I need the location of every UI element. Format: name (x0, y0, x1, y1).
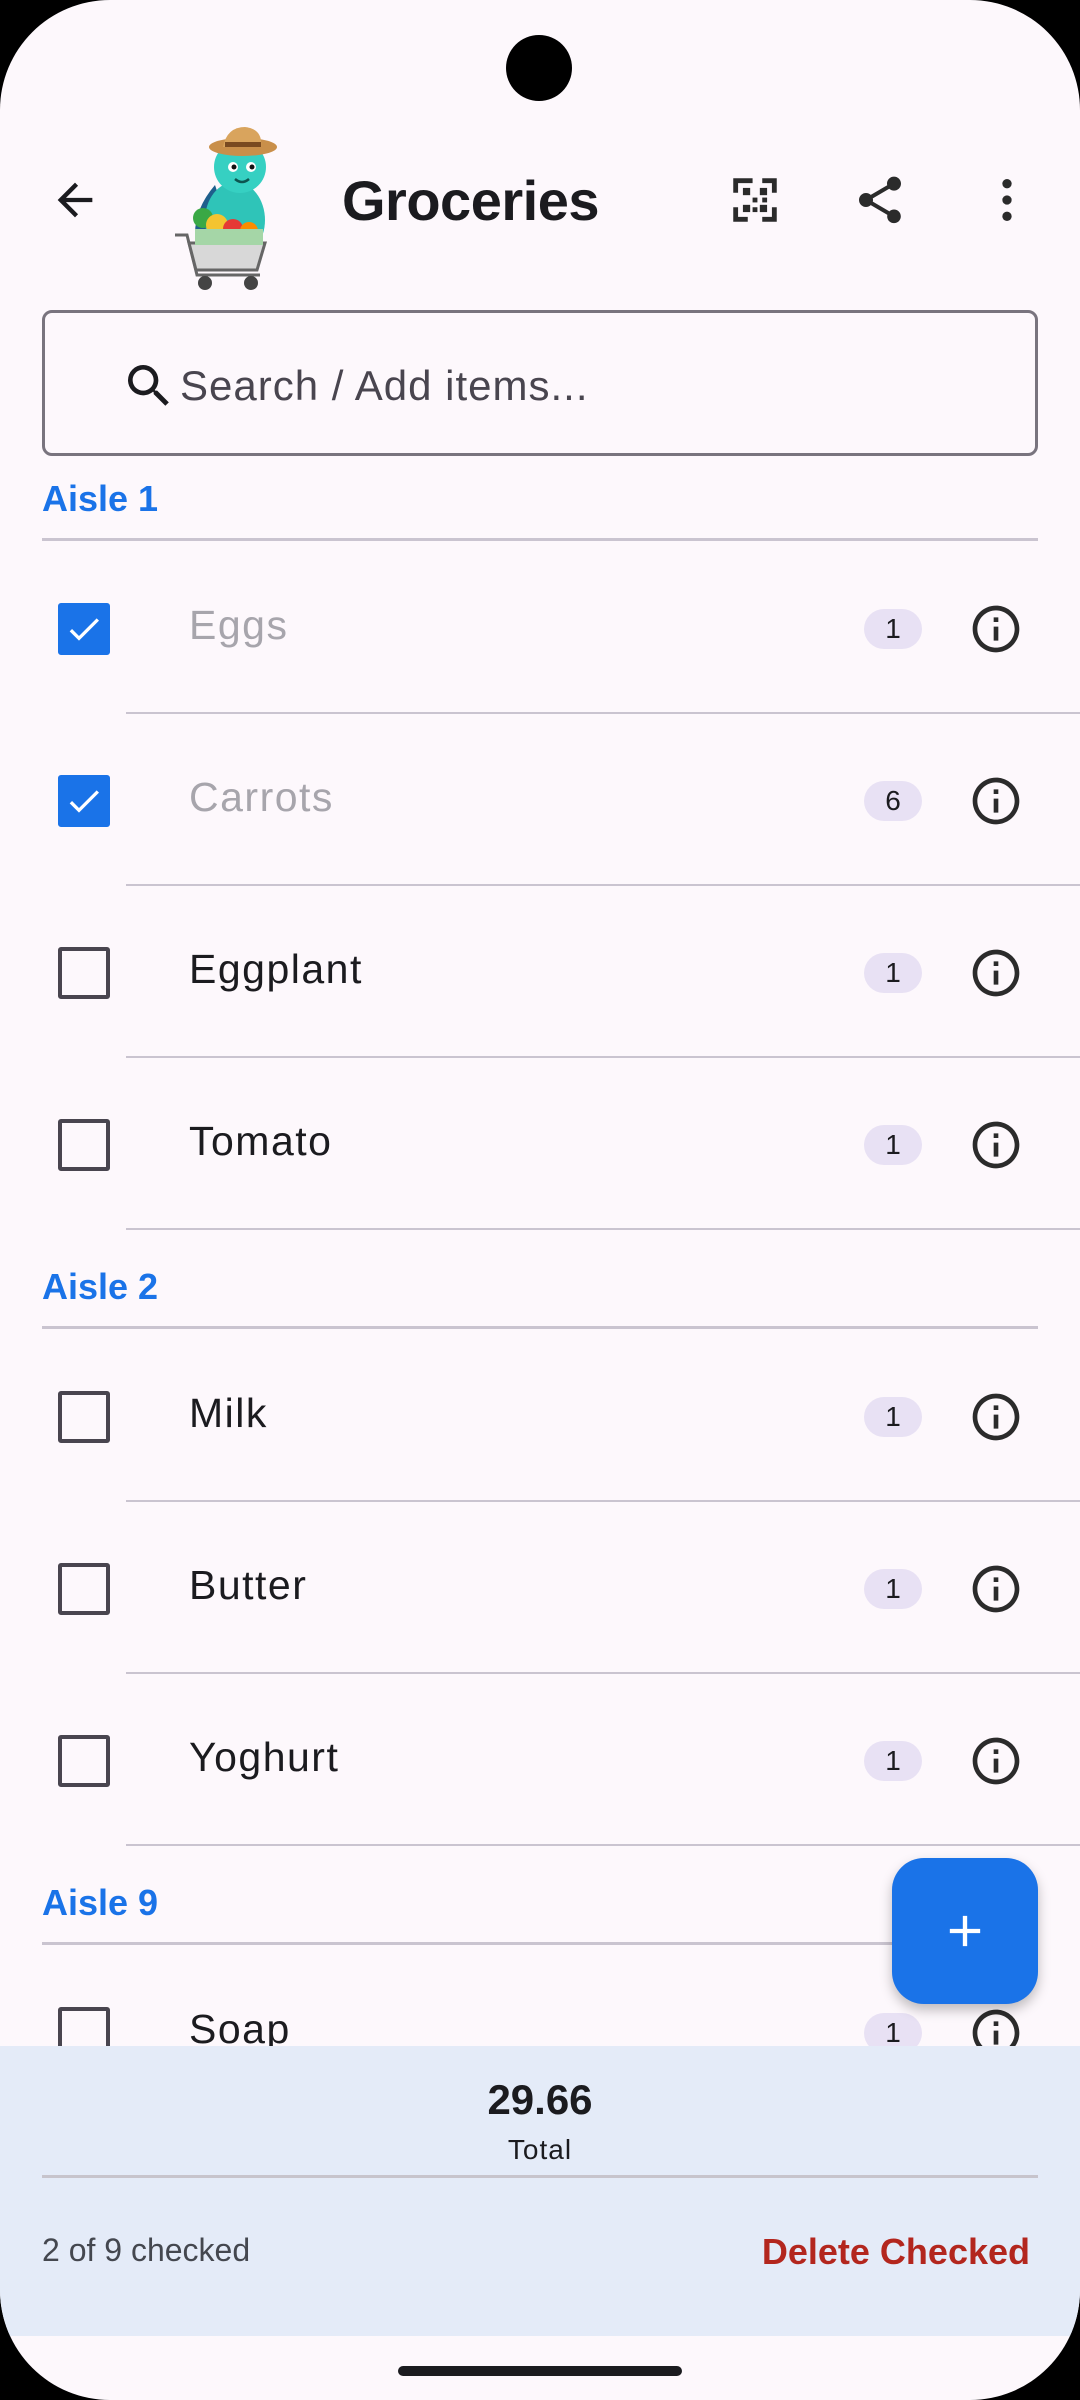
list-item[interactable]: Carrots 6 (0, 714, 1080, 886)
item-divider (126, 1844, 1080, 1846)
add-item-button[interactable] (892, 1858, 1038, 2004)
item-divider (126, 1228, 1080, 1230)
info-icon (972, 1565, 1020, 1613)
arrow-back-icon (57, 182, 93, 218)
list-item[interactable]: Eggs 1 (0, 542, 1080, 714)
item-name: Milk (189, 1390, 268, 1436)
checked-count: 2 of 9 checked (42, 2232, 251, 2268)
share-button[interactable] (835, 155, 925, 245)
item-name: Eggs (189, 602, 289, 648)
item-checkbox[interactable] (58, 1735, 110, 1787)
app-bar: Groceries (0, 110, 1080, 300)
page-title: Groceries (342, 169, 600, 232)
quantity-badge: 1 (864, 953, 922, 993)
item-name: Tomato (189, 1118, 333, 1164)
item-checkbox[interactable] (58, 603, 110, 655)
aisle-divider (42, 1326, 1038, 1329)
more-options-button[interactable] (962, 155, 1052, 245)
add-icon (949, 1915, 981, 1947)
list-item[interactable]: Milk 1 (0, 1330, 1080, 1502)
item-checkbox[interactable] (58, 775, 110, 827)
total-value: 29.66 (487, 2076, 593, 2123)
quantity-badge: 1 (864, 1125, 922, 1165)
check-icon (69, 618, 99, 641)
check-icon (69, 790, 99, 813)
item-checkbox[interactable] (58, 947, 110, 999)
aisle-header: Aisle 1 (42, 478, 159, 519)
item-name: Yoghurt (189, 1734, 340, 1780)
info-icon (972, 1121, 1020, 1169)
quantity-badge: 1 (864, 609, 922, 649)
quantity-badge: 1 (864, 1569, 922, 1609)
delete-checked-button[interactable]: Delete Checked (740, 2222, 1030, 2282)
aisle-divider (42, 1942, 1038, 1945)
search-icon (128, 365, 169, 406)
item-checkbox[interactable] (58, 1563, 110, 1615)
item-name: Eggplant (189, 946, 363, 992)
info-icon (972, 777, 1020, 825)
app-screen: Groceries Search / Add items... Aisle 1 … (0, 0, 1080, 2400)
info-icon (972, 949, 1020, 997)
item-info-button[interactable] (968, 1389, 1024, 1445)
item-checkbox[interactable] (58, 1391, 110, 1443)
back-button[interactable] (30, 155, 120, 245)
aisle-header: Aisle 2 (42, 1266, 159, 1307)
camera-cutout (506, 35, 572, 101)
item-name: Carrots (189, 774, 334, 820)
list-item[interactable]: Tomato 1 (0, 1058, 1080, 1230)
aisle-divider (42, 538, 1038, 541)
search-input[interactable] (180, 343, 980, 429)
list-item[interactable]: Yoghurt 1 (0, 1674, 1080, 1846)
list-item[interactable]: Butter 1 (0, 1502, 1080, 1674)
item-info-button[interactable] (968, 773, 1024, 829)
item-info-button[interactable] (968, 601, 1024, 657)
item-info-button[interactable] (968, 1117, 1024, 1173)
qr-code-button[interactable] (710, 155, 800, 245)
quantity-badge: 1 (864, 1741, 922, 1781)
item-checkbox[interactable] (58, 1119, 110, 1171)
more-vert-icon (1002, 179, 1012, 221)
info-icon (972, 1393, 1020, 1441)
item-name: Butter (189, 1562, 308, 1608)
total-label: Total (507, 2134, 573, 2165)
item-info-button[interactable] (968, 1733, 1024, 1789)
list-item[interactable]: Eggplant 1 (0, 886, 1080, 1058)
quantity-badge: 6 (864, 781, 922, 821)
footer-divider (42, 2175, 1038, 2178)
aisle-header: Aisle 9 (42, 1882, 159, 1923)
info-icon (972, 1737, 1020, 1785)
info-icon (972, 605, 1020, 653)
quantity-badge: 1 (864, 1397, 922, 1437)
mascot-logo (175, 127, 277, 290)
summary-footer: 29.66 Total 2 of 9 checked Delete Checke… (0, 2046, 1080, 2336)
item-info-button[interactable] (968, 1561, 1024, 1617)
qr-code-icon (733, 178, 777, 222)
share-icon (859, 176, 901, 224)
home-indicator[interactable] (398, 2366, 682, 2376)
search-field[interactable] (42, 310, 1038, 456)
item-info-button[interactable] (968, 945, 1024, 1001)
